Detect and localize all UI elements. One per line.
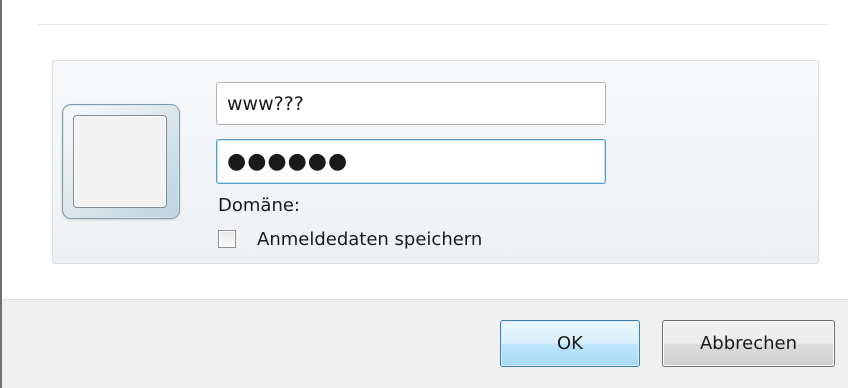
password-field[interactable]: ●●●●●●	[216, 139, 606, 184]
password-value: ●●●●●●	[227, 149, 349, 174]
remember-credentials-row[interactable]: Anmeldedaten speichern	[218, 228, 482, 250]
user-picture-frame	[62, 104, 180, 219]
username-field[interactable]: www???	[216, 82, 606, 125]
domain-label: Domäne:	[218, 195, 300, 216]
credential-dialog: www??? ●●●●●● Domäne: Anmeldedaten speic…	[0, 0, 848, 388]
remember-credentials-checkbox[interactable]	[218, 230, 236, 248]
remember-credentials-label[interactable]: Anmeldedaten speichern	[257, 229, 482, 250]
user-picture-icon	[73, 115, 167, 208]
username-value: www???	[227, 92, 304, 115]
ok-button[interactable]: OK	[500, 320, 640, 367]
top-divider	[38, 24, 827, 25]
cancel-button[interactable]: Abbrechen	[662, 320, 835, 367]
